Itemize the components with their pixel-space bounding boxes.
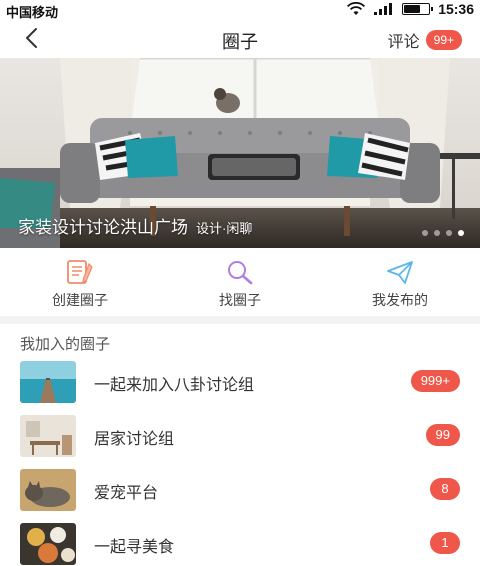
circle-name: 爱宠平台: [94, 485, 159, 502]
create-circle-label: 创建圈子: [52, 292, 108, 308]
unread-count-badge: 1: [430, 532, 460, 554]
pier-sea-image: [20, 361, 76, 403]
circle-name: 一起寻美食: [94, 539, 175, 556]
unread-count-badge: 8: [430, 478, 460, 500]
carousel-dot[interactable]: [458, 230, 464, 236]
carousel-dot[interactable]: [422, 230, 428, 236]
banner-title: 家装设计讨论洪山广场: [18, 218, 188, 237]
search-icon: [228, 261, 253, 285]
home-interior-image: [20, 415, 76, 457]
status-bar: 中国移动 15:36: [0, 0, 480, 20]
comment-button[interactable]: 评论 99+: [388, 28, 462, 52]
find-circle-label: 找圈子: [219, 292, 261, 308]
find-circle-button[interactable]: 找圈子: [160, 252, 320, 314]
nav-bar: 圈子 评论 99+: [0, 18, 480, 58]
my-posts-label: 我发布的: [372, 292, 428, 308]
banner-tag: 设计·闲聊: [196, 221, 253, 236]
list-item[interactable]: 一起来加入八卦讨论组 999+: [0, 356, 480, 410]
carousel-dot[interactable]: [446, 230, 452, 236]
list-item[interactable]: 爱宠平台 8: [0, 464, 480, 518]
notepad-edit-icon: [67, 260, 93, 284]
comment-badge: 99+: [425, 30, 462, 50]
action-row: 创建圈子 找圈子 我发布的: [0, 252, 480, 314]
unread-count-badge: 99: [425, 424, 460, 446]
circle-name: 一起来加入八卦讨论组: [94, 377, 255, 394]
banner-caption: 家装设计讨论洪山广场 设计·闲聊: [18, 213, 252, 238]
signal-icon: [374, 3, 394, 15]
battery-icon: [402, 3, 434, 15]
food-image: [20, 523, 76, 565]
paper-plane-icon: [387, 261, 413, 284]
clock: 15:36: [438, 1, 474, 17]
section-title: 我加入的圈子: [20, 336, 111, 353]
joined-circles-list: 一起来加入八卦讨论组 999+ 居家讨论组 99 爱宠平台 8 一起寻美食 1: [0, 356, 480, 566]
list-item[interactable]: 一起寻美食 1: [0, 518, 480, 566]
wifi-icon: [347, 2, 366, 15]
unread-count-badge: 999+: [410, 370, 460, 392]
my-posts-button[interactable]: 我发布的: [320, 252, 480, 314]
list-item[interactable]: 居家讨论组 99: [0, 410, 480, 464]
comment-label: 评论: [387, 34, 420, 51]
section-divider: [0, 316, 480, 324]
carousel-dot[interactable]: [434, 230, 440, 236]
carousel-indicator: [422, 230, 464, 236]
cat-image: [20, 469, 76, 511]
create-circle-button[interactable]: 创建圈子: [0, 252, 160, 314]
circle-name: 居家讨论组: [94, 431, 175, 448]
banner-carousel[interactable]: 家装设计讨论洪山广场 设计·闲聊: [0, 58, 480, 248]
